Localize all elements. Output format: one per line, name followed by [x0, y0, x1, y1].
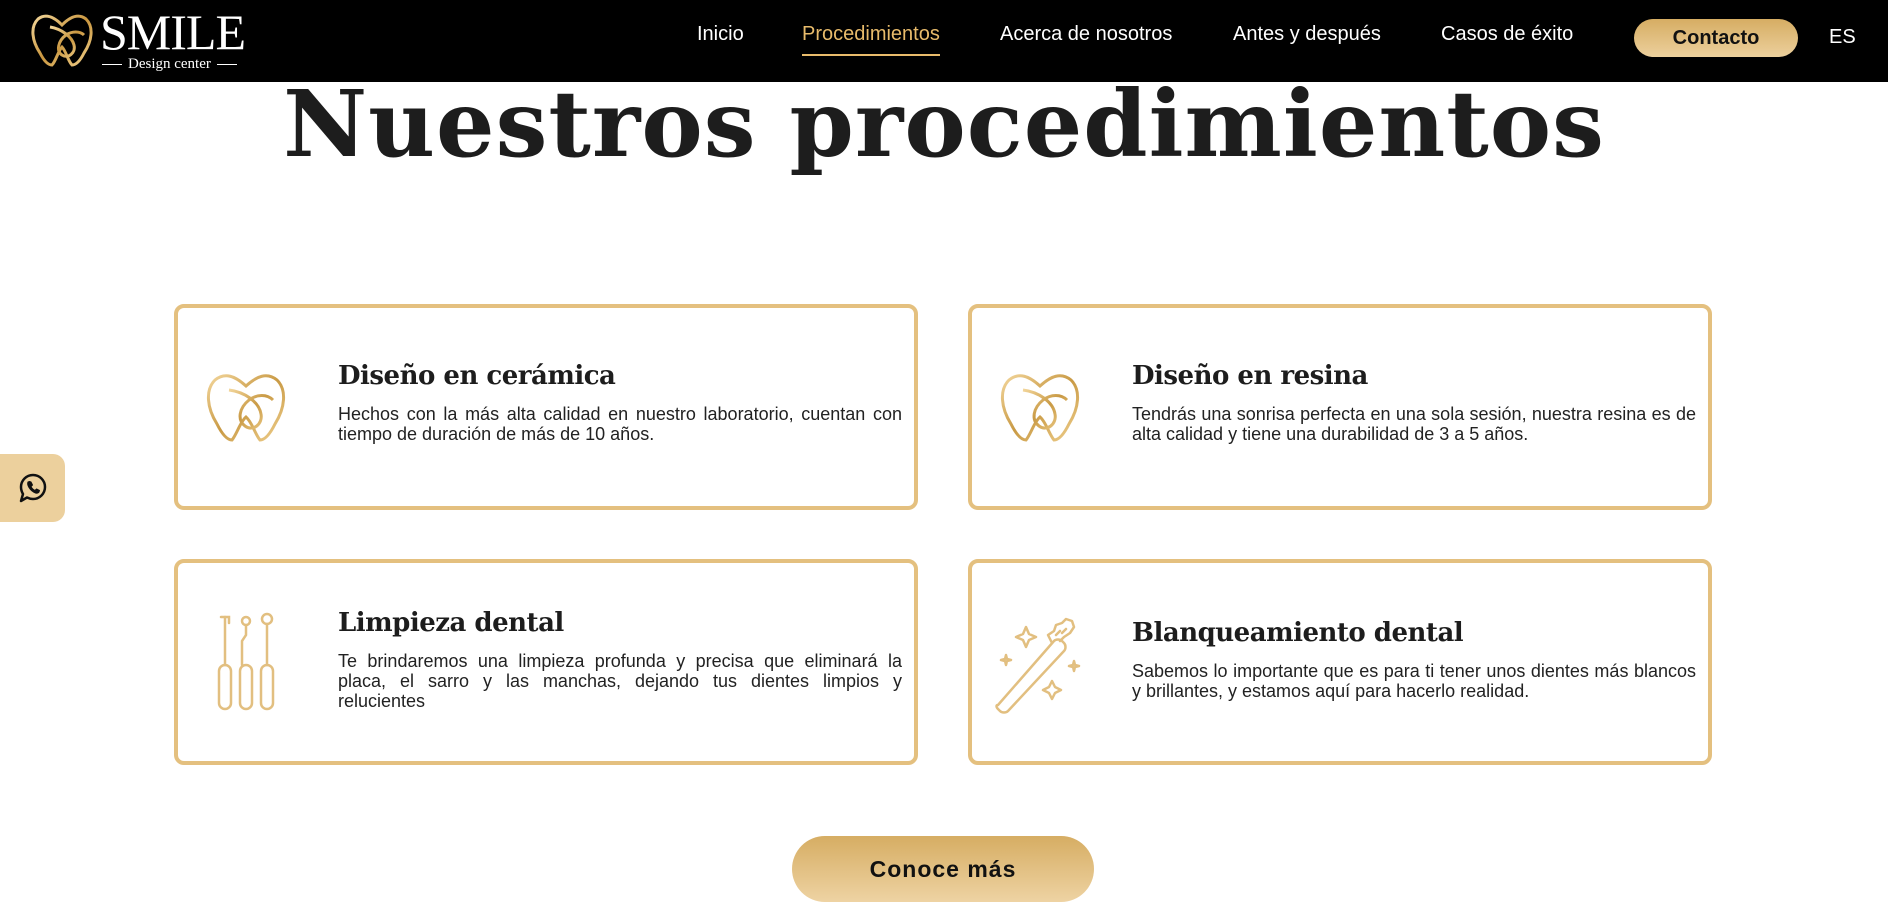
card-description: Hechos con la más alta calidad en nuestr…: [338, 404, 902, 444]
language-selector[interactable]: ES: [1829, 26, 1856, 49]
main-nav: Inicio Procedimientos Acerca de nosotros…: [0, 22, 1888, 62]
tooth-icon: [990, 348, 1090, 468]
procedure-card-limpieza[interactable]: Limpieza dental Te brindaremos una limpi…: [174, 559, 918, 765]
page-title: Nuestros procedimientos: [283, 70, 1605, 178]
card-title: Diseño en resina: [1132, 361, 1368, 391]
card-title: Limpieza dental: [338, 608, 564, 638]
card-title: Blanqueamiento dental: [1132, 618, 1464, 648]
procedure-card-ceramica[interactable]: Diseño en cerámica Hechos con la más alt…: [174, 304, 918, 510]
toothbrush-sparkle-icon: [990, 603, 1090, 723]
nav-item-inicio[interactable]: Inicio: [697, 22, 744, 46]
card-description: Te brindaremos una limpieza profunda y p…: [338, 651, 902, 711]
nav-item-procedimientos[interactable]: Procedimientos: [802, 22, 940, 56]
active-nav-underline: [802, 54, 940, 56]
whatsapp-icon: [19, 473, 46, 503]
nav-item-antes-y-despues[interactable]: Antes y después: [1233, 22, 1381, 46]
card-description: Sabemos lo importante que es para ti ten…: [1132, 661, 1696, 701]
card-title: Diseño en cerámica: [338, 361, 616, 391]
nav-item-casos-de-exito[interactable]: Casos de éxito: [1441, 22, 1573, 46]
nav-item-procedimientos-label: Procedimientos: [802, 23, 940, 45]
nav-item-acerca-de-nosotros[interactable]: Acerca de nosotros: [1000, 22, 1172, 46]
contact-button[interactable]: Contacto: [1634, 19, 1798, 57]
dental-tools-icon: [196, 603, 296, 723]
learn-more-button[interactable]: Conoce más: [792, 836, 1094, 902]
procedure-card-resina[interactable]: Diseño en resina Tendrás una sonrisa per…: [968, 304, 1712, 510]
card-description: Tendrás una sonrisa perfecta en una sola…: [1132, 404, 1696, 444]
procedure-card-blanqueamiento[interactable]: Blanqueamiento dental Sabemos lo importa…: [968, 559, 1712, 765]
whatsapp-float-button[interactable]: [0, 454, 65, 522]
tooth-icon: [196, 348, 296, 468]
